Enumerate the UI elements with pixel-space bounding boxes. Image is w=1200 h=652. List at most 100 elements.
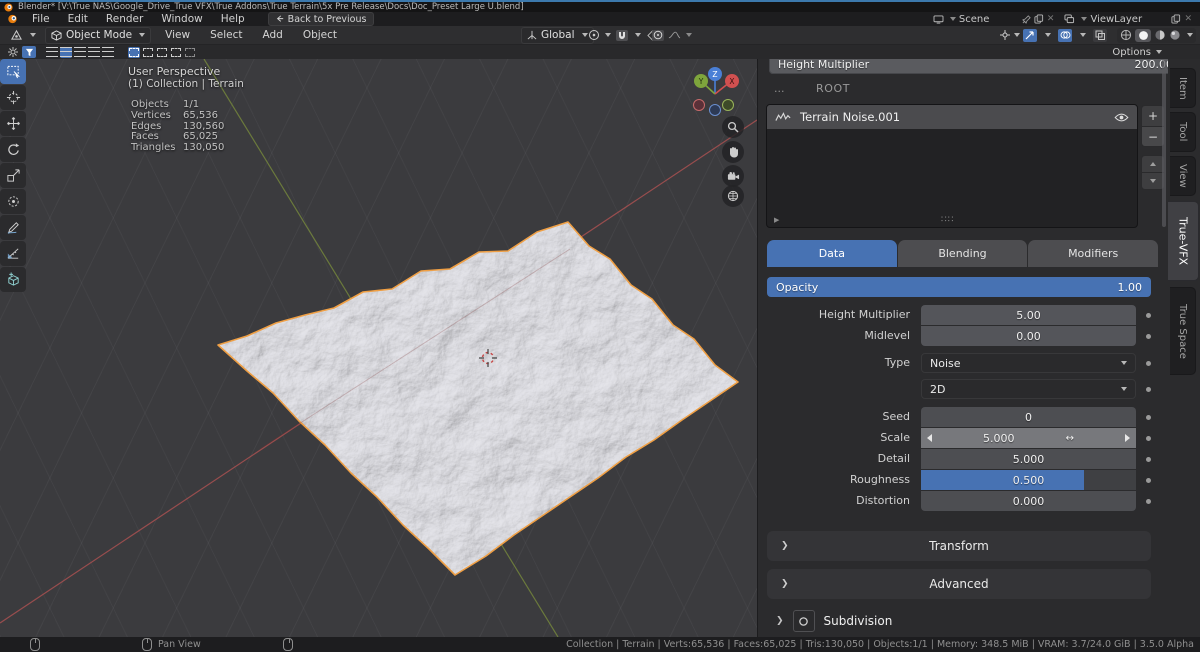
subdivision-panel-header[interactable]: ❯ Subdivision xyxy=(776,610,892,632)
scene-statistics: Collection | Terrain | Verts:65,536 | Fa… xyxy=(566,639,1194,650)
tab-item[interactable]: Item xyxy=(1170,68,1196,108)
navigation-gizmo[interactable]: Z Y X xyxy=(682,62,740,118)
menu-add[interactable]: Add xyxy=(252,29,292,41)
height-multiplier-top-slider[interactable]: Height Multiplier 200.00 xyxy=(769,59,1168,74)
perspective-toggle-button[interactable] xyxy=(722,185,744,207)
type-dropdown[interactable]: Noise xyxy=(921,353,1136,373)
select-mode-subtract[interactable] xyxy=(156,47,168,58)
material-shading-icon[interactable] xyxy=(1154,29,1166,41)
overlays-chevron-icon[interactable] xyxy=(1080,33,1086,37)
blender-menu-icon[interactable] xyxy=(6,14,19,24)
decorator-dot[interactable] xyxy=(1146,334,1151,339)
rendered-shading-icon[interactable] xyxy=(1169,29,1181,41)
select-mode-extend[interactable] xyxy=(142,47,154,58)
select-mode-intersect[interactable] xyxy=(184,47,196,58)
xray-toggle-button[interactable] xyxy=(1093,29,1107,42)
breadcrumb-ellipsis[interactable]: ... xyxy=(774,82,785,95)
menu-select[interactable]: Select xyxy=(200,29,252,41)
gizmo-neg-x[interactable] xyxy=(694,100,705,111)
advanced-panel-header[interactable]: ❯ Advanced xyxy=(767,569,1151,599)
tab-tool[interactable]: Tool xyxy=(1170,112,1196,152)
tab-modifiers[interactable]: Modifiers xyxy=(1028,240,1158,267)
terrain-mesh[interactable] xyxy=(218,222,738,575)
filter-button[interactable] xyxy=(22,46,36,58)
decorator-dot[interactable] xyxy=(1146,436,1151,441)
decorator-dot[interactable] xyxy=(1146,478,1151,483)
menu-help[interactable]: Help xyxy=(212,12,254,26)
tab-view[interactable]: View xyxy=(1170,156,1196,196)
tweak-option-1[interactable] xyxy=(46,47,58,58)
tweak-option-2[interactable] xyxy=(60,47,72,58)
mode-dropdown[interactable]: Object Mode xyxy=(45,27,151,44)
menu-render[interactable]: Render xyxy=(97,12,152,26)
distortion-field[interactable]: 0.000 xyxy=(921,491,1136,511)
tab-true-space[interactable]: True Space xyxy=(1170,287,1196,375)
decorator-dot[interactable] xyxy=(1146,361,1151,366)
camera-view-button[interactable] xyxy=(722,165,744,187)
height-multiplier-field[interactable]: 5.00 xyxy=(921,305,1136,325)
zoom-view-button[interactable] xyxy=(722,116,744,138)
pivot-point-dropdown[interactable] xyxy=(588,29,611,41)
proportional-editing-toggle[interactable] xyxy=(652,30,692,41)
back-button-label: Back to Previous xyxy=(288,14,367,25)
panel-scrollbar[interactable] xyxy=(1162,59,1166,227)
tool-settings-gear-icon[interactable] xyxy=(7,46,19,58)
tweak-option-5[interactable] xyxy=(102,47,114,58)
new-scene-icon[interactable] xyxy=(1034,14,1044,24)
active-tool-gizmo-button[interactable] xyxy=(1023,29,1037,42)
menu-window[interactable]: Window xyxy=(152,12,211,26)
wireframe-shading-icon[interactable] xyxy=(1120,29,1132,41)
opacity-slider[interactable]: Opacity 1.00 xyxy=(767,277,1151,297)
stepper-right-icon[interactable] xyxy=(1125,434,1130,442)
scale-field[interactable]: 5.000 ↔ xyxy=(921,428,1136,448)
menu-edit[interactable]: Edit xyxy=(59,12,97,26)
show-overlays-button[interactable] xyxy=(1058,29,1072,42)
gizmo-dropdown-chevron-icon[interactable] xyxy=(1045,33,1051,37)
midlevel-field[interactable]: 0.00 xyxy=(921,326,1136,346)
gizmo-neg-y[interactable] xyxy=(723,100,734,111)
editor-type-button[interactable] xyxy=(5,28,41,43)
menu-view[interactable]: View xyxy=(155,29,200,41)
pin-icon[interactable] xyxy=(1022,15,1031,24)
seed-field[interactable]: 0 xyxy=(921,407,1136,427)
decorator-dot[interactable] xyxy=(1146,313,1151,318)
tweak-option-3[interactable] xyxy=(74,47,86,58)
tab-true-vfx[interactable]: True-VFX xyxy=(1168,201,1199,281)
dimension-dropdown[interactable]: 2D xyxy=(921,379,1136,399)
viewlayer-selector[interactable]: ViewLayer ✕ xyxy=(1064,14,1192,25)
gizmo-neg-z[interactable] xyxy=(710,105,721,116)
tab-blending[interactable]: Blending xyxy=(898,240,1028,267)
unlink-scene-icon[interactable]: ✕ xyxy=(1047,14,1055,24)
tab-data[interactable]: Data xyxy=(767,240,897,267)
back-to-previous-button[interactable]: Back to Previous xyxy=(268,12,375,26)
tweak-option-4[interactable] xyxy=(88,47,100,58)
pan-view-button[interactable] xyxy=(722,141,744,163)
scene-selector[interactable]: Scene ✕ xyxy=(933,14,1055,25)
transform-panel-header[interactable]: ❯ Transform xyxy=(767,531,1151,561)
list-expand-icon[interactable]: ▶ xyxy=(774,216,779,224)
roughness-slider[interactable]: 0.500 xyxy=(921,470,1136,490)
breadcrumb-current: ROOT xyxy=(816,82,850,95)
transform-orientation-dropdown[interactable]: Global xyxy=(521,27,594,44)
select-mode-set[interactable] xyxy=(128,47,140,58)
eye-icon[interactable] xyxy=(1114,113,1129,122)
viewport-3d[interactable]: User Perspective (1) Collection | Terrai… xyxy=(0,59,757,637)
select-mode-invert[interactable] xyxy=(170,47,182,58)
menu-file[interactable]: File xyxy=(23,12,59,26)
layer-item-active[interactable]: Terrain Noise.001 xyxy=(767,105,1137,129)
menu-object[interactable]: Object xyxy=(293,29,347,41)
decorator-dot[interactable] xyxy=(1146,387,1151,392)
list-resize-grip-icon[interactable]: ∷∷ xyxy=(941,215,954,225)
show-gizmos-button[interactable] xyxy=(999,29,1020,41)
solid-shading-button[interactable] xyxy=(1135,29,1151,42)
remove-viewlayer-icon[interactable]: ✕ xyxy=(1184,14,1192,24)
shading-chevron-icon[interactable] xyxy=(1187,33,1193,37)
decorator-dot[interactable] xyxy=(1146,415,1151,420)
falloff-curve-icon[interactable] xyxy=(668,30,681,40)
decorator-dot[interactable] xyxy=(1146,457,1151,462)
stepper-left-icon[interactable] xyxy=(927,434,932,442)
new-viewlayer-icon[interactable] xyxy=(1171,14,1181,24)
options-dropdown[interactable]: Options xyxy=(1112,47,1162,58)
detail-field[interactable]: 5.000 xyxy=(921,449,1136,469)
decorator-dot[interactable] xyxy=(1146,499,1151,504)
